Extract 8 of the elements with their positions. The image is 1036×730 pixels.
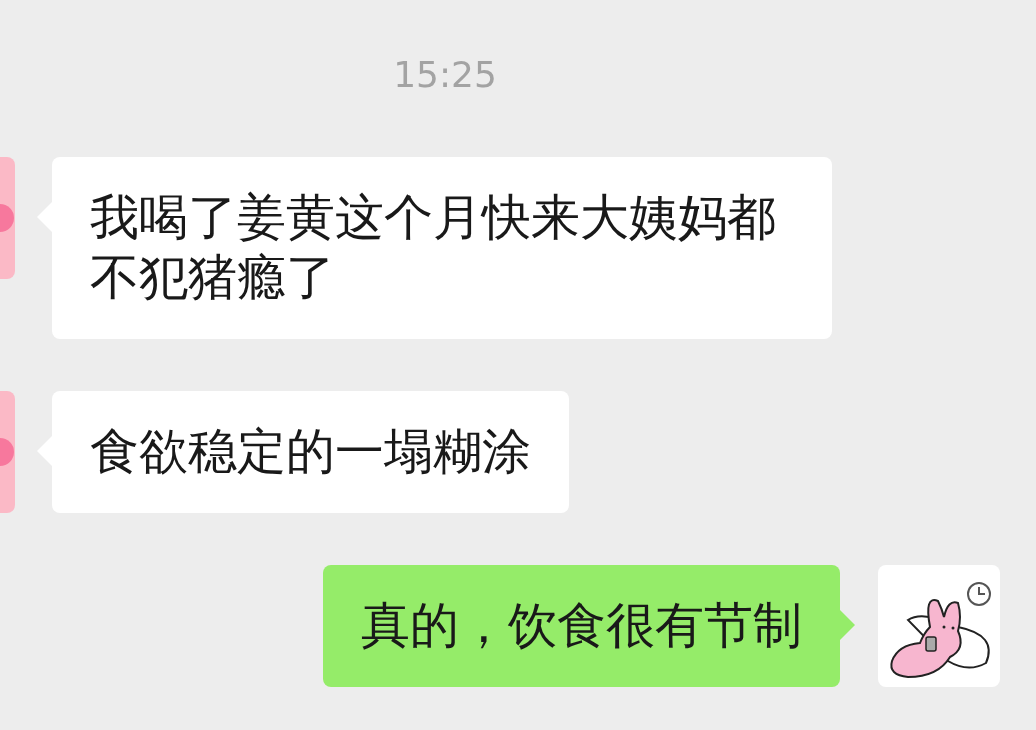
bunny-avatar-drawing[interactable] [878, 565, 1000, 687]
message-bubble: 真的，饮食很有节制 [323, 565, 840, 687]
avatar-image[interactable] [0, 157, 15, 279]
message-bubble: 我喝了姜黄这个月快来大姨妈都不犯猪瘾了 [52, 157, 832, 339]
message-bubble: 食欲稳定的一塌糊涂 [52, 391, 569, 513]
message-time: 15:25 [393, 53, 497, 97]
avatar-image[interactable] [0, 391, 15, 513]
bubble-tail [840, 610, 855, 640]
